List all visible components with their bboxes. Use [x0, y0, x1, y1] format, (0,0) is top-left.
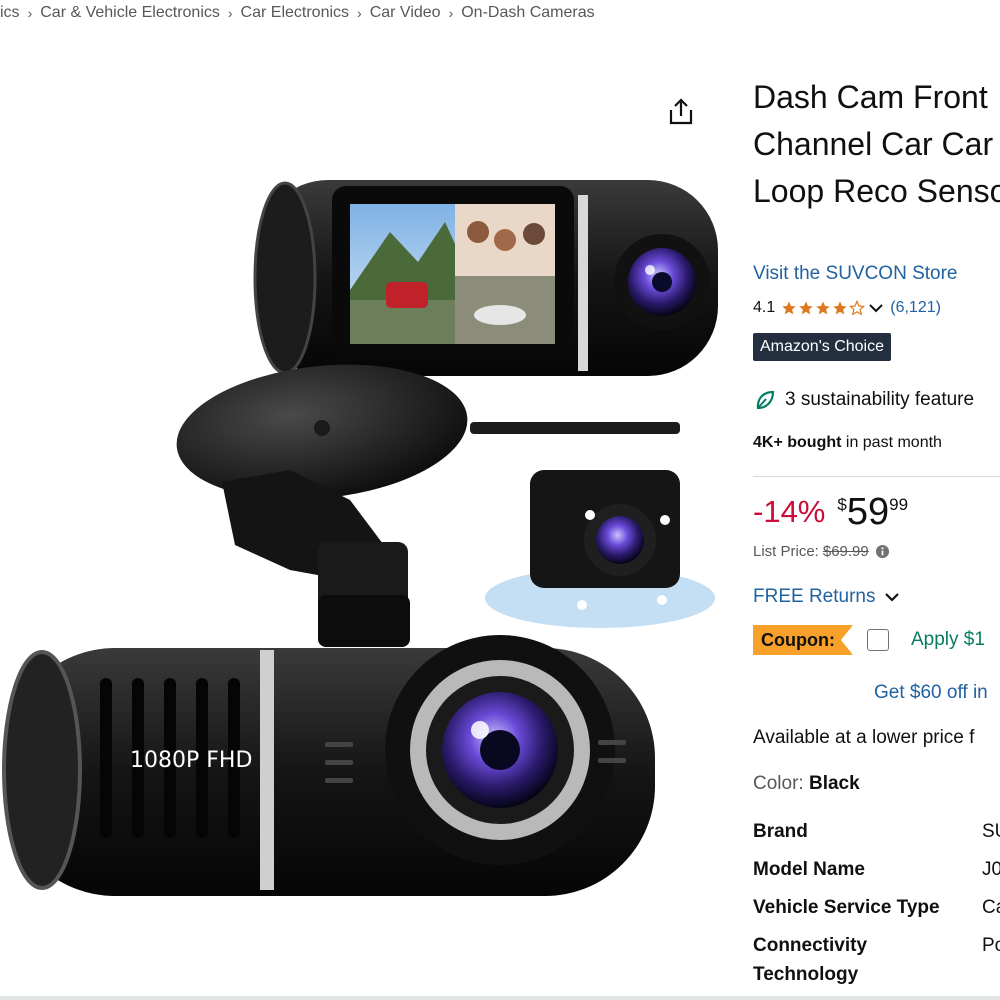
color-value: Black	[808, 773, 860, 794]
front-dual-camera	[253, 180, 718, 376]
free-returns-link[interactable]: FREE Returns	[753, 585, 901, 609]
star-icon	[782, 301, 796, 315]
amazons-choice-badge: Amazon's Choice	[753, 333, 891, 361]
spec-value: Po	[982, 935, 1000, 956]
breadcrumb-item[interactable]: Car Electronics	[241, 4, 349, 22]
suction-mount	[176, 364, 468, 647]
coupon-row: Coupon: Apply $1	[753, 624, 985, 656]
share-button[interactable]	[664, 95, 698, 129]
breadcrumb-item[interactable]: On-Dash Cameras	[461, 4, 594, 22]
spec-label: Brand	[753, 821, 808, 842]
spec-label: Vehicle Service Type	[753, 897, 940, 918]
spec-label: Technology	[753, 964, 859, 985]
spec-label: Model Name	[753, 859, 865, 880]
spec-value: SU	[982, 821, 1000, 842]
breadcrumb: ics › Car & Vehicle Electronics › Car El…	[0, 2, 595, 24]
dash-cam-illustration	[2, 180, 718, 896]
bottom-border	[0, 996, 1000, 1000]
sustainability-link[interactable]: 3 sustainability feature	[753, 387, 974, 413]
discount-percent: -14%	[753, 494, 826, 529]
lower-price-text: Available at a lower price f	[753, 727, 975, 748]
bought-count: 4K+ bought	[753, 434, 842, 451]
product-info: Dash Cam Front Channel Car Car Card, Loo…	[753, 0, 1000, 1000]
bought-suffix: in past month	[841, 434, 942, 451]
price-whole: 59	[846, 491, 890, 533]
color-selection: Color: Black	[753, 773, 860, 795]
main-camera	[2, 635, 655, 896]
free-returns-text: FREE Returns	[753, 586, 876, 607]
star-rating[interactable]	[781, 300, 866, 316]
chevron-right-icon: ›	[357, 5, 362, 21]
coupon-checkbox[interactable]	[866, 629, 889, 651]
star-icon	[833, 301, 847, 315]
breadcrumb-item[interactable]: Car Video	[370, 4, 441, 22]
divider	[753, 476, 1000, 477]
chevron-right-icon: ›	[27, 5, 33, 21]
coupon-apply-label[interactable]: Apply $1	[911, 629, 985, 651]
sustainability-text: 3 sustainability feature	[785, 389, 975, 410]
leaf-icon	[756, 390, 775, 410]
rating-row: 4.1 (6,121)	[753, 297, 941, 319]
spec-value: J0	[982, 859, 1000, 880]
chevron-down-icon	[885, 593, 900, 602]
star-icon	[816, 301, 830, 315]
rating-value: 4.1	[753, 299, 776, 316]
share-icon	[669, 98, 693, 125]
get-off-link[interactable]: Get $60 off in	[874, 682, 988, 704]
chevron-right-icon: ›	[448, 5, 454, 21]
list-price-label: List Price:	[753, 543, 819, 560]
store-link[interactable]: Visit the SUVCON Store	[753, 263, 958, 285]
star-icon	[799, 301, 813, 315]
spec-label: Connectivity	[753, 935, 868, 956]
chevron-down-icon[interactable]	[868, 302, 884, 314]
star-outline-icon	[849, 300, 866, 316]
breadcrumb-item[interactable]: Car & Vehicle Electronics	[40, 4, 220, 22]
info-icon[interactable]	[875, 544, 890, 559]
price-symbol: $	[837, 495, 847, 514]
product-image[interactable]: 1080P FHD	[0, 40, 740, 960]
list-price: List Price: $69.99	[753, 543, 890, 560]
breadcrumb-item[interactable]: ics	[0, 4, 20, 22]
bought-in-past-month: 4K+ bought in past month	[753, 434, 942, 452]
rear-camera	[470, 422, 715, 628]
price-fraction: 99	[889, 495, 909, 514]
price-row: -14% $ 59 99	[753, 490, 908, 534]
rating-count-link[interactable]: (6,121)	[890, 299, 941, 317]
product-title: Dash Cam Front Channel Car Car Card, Loo…	[753, 79, 1000, 209]
spec-value: Ca	[982, 897, 1000, 918]
coupon-tag: Coupon:	[753, 625, 853, 655]
color-label: Color:	[753, 773, 809, 794]
chevron-right-icon: ›	[227, 5, 233, 21]
camera-label: 1080P FHD	[130, 748, 253, 773]
list-price-value: $69.99	[822, 543, 869, 560]
